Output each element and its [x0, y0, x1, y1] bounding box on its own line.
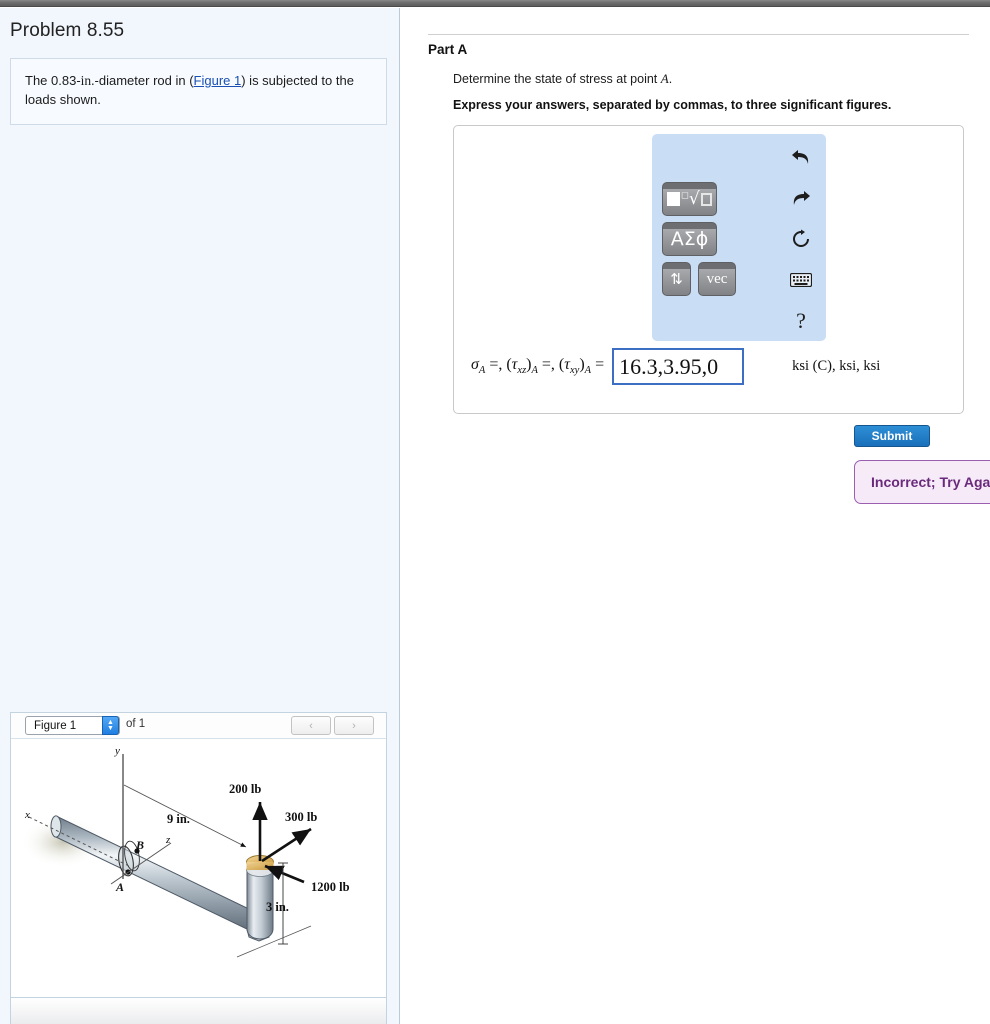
question-point-label: A — [660, 71, 669, 86]
answer-input[interactable]: 16.3,3.95,0 — [612, 348, 745, 385]
figure-1-link[interactable]: Figure 1 — [194, 73, 242, 88]
submit-button[interactable]: Submit — [854, 425, 930, 447]
figure-point-b-label: B — [135, 838, 144, 852]
problem-sidebar: Problem 8.55 The 0.83-in.-diameter rod i… — [0, 8, 400, 1024]
expr-part3: =, ( — [537, 356, 565, 374]
answer-expression-label: σA =, (τxz)A =, (τxy)A = — [471, 356, 604, 376]
figure-image-area: y x z B A 9 in. 200 lb 300 lb 1200 lb 3 … — [11, 739, 386, 997]
figure-force-300-label: 300 lb — [285, 810, 317, 824]
help-label: ? — [796, 308, 806, 333]
expr-sigma: σ — [471, 356, 479, 374]
sqrt-icon: □√ — [667, 189, 712, 209]
problem-description-text: The 0.83-in.-diameter rod in (Figure 1) … — [25, 71, 372, 110]
vector-button[interactable]: vec — [698, 262, 736, 296]
figure-force-200-label: 200 lb — [229, 782, 261, 796]
divider — [428, 34, 969, 35]
updown-arrow-icon: ⇅ — [670, 271, 683, 288]
answer-input-value: 16.3,3.95,0 — [619, 353, 719, 379]
math-toolbar: □√ ΑΣϕ ⇅ vec ? — [652, 134, 826, 341]
keyboard-icon[interactable] — [788, 267, 814, 293]
updown-arrow-button[interactable]: ⇅ — [662, 262, 691, 296]
figure-point-a-label: A — [115, 880, 124, 894]
greek-symbols-button[interactable]: ΑΣϕ — [662, 222, 717, 256]
expr-equals: = — [591, 356, 605, 374]
figure-select-value: Figure 1 — [34, 719, 77, 732]
main-content: Part A Determine the state of stress at … — [401, 8, 990, 1024]
greek-symbols-label: ΑΣϕ — [670, 228, 709, 250]
desc-mid: -diameter rod in ( — [94, 73, 194, 88]
figure-panel-header: Figure 1 ▲ ▼ of 1 ‹ › — [11, 713, 386, 739]
answer-panel: □√ ΑΣϕ ⇅ vec ? σA =, (τxz)A =, (τxy)A = … — [453, 125, 964, 414]
figure-next-button[interactable]: › — [334, 716, 374, 735]
part-a-heading: Part A — [428, 42, 468, 57]
answer-units-label: ksi (C), ksi, ksi — [792, 358, 881, 374]
chevron-updown-icon[interactable]: ▲ ▼ — [102, 716, 119, 735]
figure-nav: ‹ › — [291, 716, 374, 735]
figure-dim-9in-label: 9 in. — [167, 812, 190, 826]
expr-part1: =, ( — [485, 356, 512, 374]
expr-tau2-sub: xy — [570, 365, 580, 377]
feedback-banner: Incorrect; Try Again; 5 attempts remaini… — [854, 460, 990, 504]
figure-count-label: of 1 — [126, 718, 146, 730]
figure-axis-z-label: z — [165, 834, 171, 846]
figure-axis-x-label: x — [24, 809, 30, 821]
help-icon[interactable]: ? — [788, 308, 814, 334]
desc-unit: in. — [80, 73, 95, 88]
instruction-text: Express your answers, separated by comma… — [453, 98, 892, 112]
answer-row: σA =, (τxz)A =, (τxy)A = 16.3,3.95,0 ksi… — [454, 348, 965, 385]
question-prefix: Determine the state of stress at point — [453, 72, 661, 86]
figure-panel: Figure 1 ▲ ▼ of 1 ‹ › y x z B A 9 in. 20… — [10, 712, 387, 1024]
figure-select[interactable]: Figure 1 ▲ ▼ — [25, 716, 120, 735]
sqrt-template-button[interactable]: □√ — [662, 182, 717, 216]
problem-description-box: The 0.83-in.-diameter rod in (Figure 1) … — [10, 58, 387, 125]
browser-chrome-bar — [0, 0, 990, 7]
expr-tau1-sub: xz — [517, 365, 527, 377]
feedback-text: Incorrect; Try Again; 5 attempts remaini… — [871, 474, 990, 490]
rod-loading-diagram: y x z B A 9 in. 200 lb 300 lb 1200 lb 3 … — [21, 745, 350, 958]
question-text: Determine the state of stress at point A… — [453, 71, 672, 87]
figure-panel-footer — [11, 997, 386, 1024]
desc-prefix: The 0.83- — [25, 73, 81, 88]
figure-dim-3in-label: 3 in. — [266, 900, 289, 914]
undo-icon[interactable] — [788, 144, 814, 170]
page-title: Problem 8.55 — [10, 20, 125, 41]
reset-icon[interactable] — [788, 226, 814, 252]
figure-force-1200-label: 1200 lb — [311, 880, 350, 894]
vector-label: vec — [706, 270, 728, 287]
figure-prev-button[interactable]: ‹ — [291, 716, 331, 735]
question-period: . — [668, 72, 673, 86]
figure-axis-y-label: y — [114, 745, 120, 757]
redo-icon[interactable] — [788, 185, 814, 211]
